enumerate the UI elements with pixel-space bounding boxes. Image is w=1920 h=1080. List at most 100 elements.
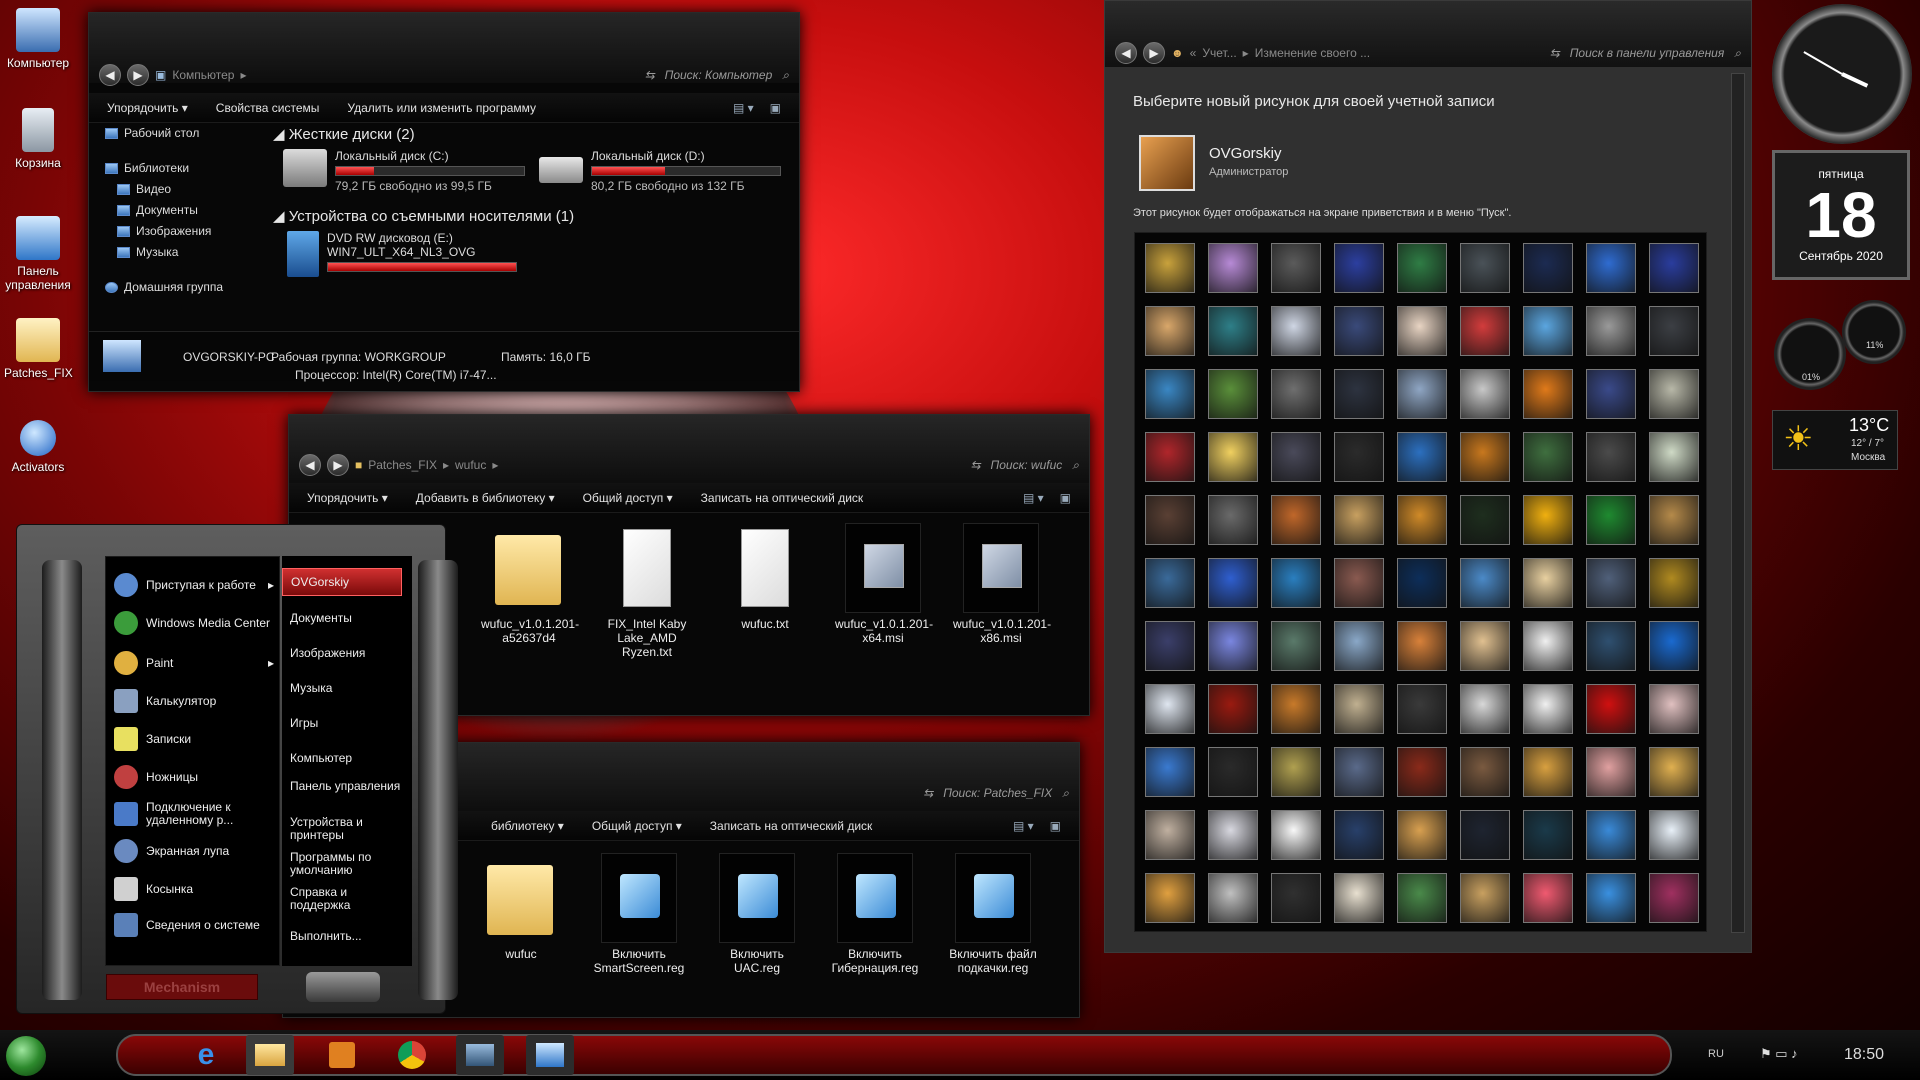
avatar-option[interactable] xyxy=(1271,243,1321,293)
view-icon[interactable]: ▤ ▾ xyxy=(1013,819,1034,833)
taskbar-explorer[interactable] xyxy=(246,1035,294,1075)
view-icon[interactable]: ▤ ▾ xyxy=(1023,491,1044,505)
system-properties-button[interactable]: Свойства системы xyxy=(216,101,320,115)
avatar-option[interactable] xyxy=(1586,243,1636,293)
file-item[interactable]: Включить UAC.reg xyxy=(709,853,805,975)
place-computer[interactable]: Компьютер xyxy=(290,752,406,765)
avatar-option[interactable] xyxy=(1334,432,1384,482)
back-button[interactable]: ◀ xyxy=(1115,42,1137,64)
meter-gadget[interactable]: 01% 11% xyxy=(1772,300,1912,390)
place-games[interactable]: Игры xyxy=(290,717,406,730)
breadcrumb-change[interactable]: Изменение своего ... xyxy=(1255,46,1370,60)
breadcrumb-accounts[interactable]: Учет... xyxy=(1202,46,1236,60)
program-getting-started[interactable]: Приступая к работе ▸ xyxy=(114,573,274,597)
avatar-option[interactable] xyxy=(1586,684,1636,734)
avatar-option[interactable] xyxy=(1397,432,1447,482)
avatar-option[interactable] xyxy=(1271,495,1321,545)
avatar-option[interactable] xyxy=(1145,747,1195,797)
avatar-option[interactable] xyxy=(1523,747,1573,797)
avatar-option[interactable] xyxy=(1586,558,1636,608)
program-solitaire[interactable]: Косынка xyxy=(114,877,274,901)
breadcrumb-wufuc[interactable]: wufuc xyxy=(455,458,486,472)
scrollbar[interactable] xyxy=(1731,73,1745,933)
nav-item-pictures[interactable]: Изображения xyxy=(105,221,255,242)
avatar-option[interactable] xyxy=(1271,684,1321,734)
avatar-option[interactable] xyxy=(1523,684,1573,734)
program-magnifier[interactable]: Экранная лупа xyxy=(114,839,274,863)
avatar-option[interactable] xyxy=(1586,873,1636,923)
refresh-icon[interactable]: ⇆ xyxy=(645,68,655,82)
avatar-option[interactable] xyxy=(1145,369,1195,419)
avatar-option[interactable] xyxy=(1334,873,1384,923)
avatar-option[interactable] xyxy=(1397,684,1447,734)
avatar-option[interactable] xyxy=(1586,747,1636,797)
avatar-option[interactable] xyxy=(1334,684,1384,734)
nav-item-documents[interactable]: Документы xyxy=(105,200,255,221)
nav-item-music[interactable]: Музыка xyxy=(105,242,255,263)
avatar-option[interactable] xyxy=(1334,810,1384,860)
avatar-option[interactable] xyxy=(1460,621,1510,671)
desktop-icon-patches-fix[interactable]: Patches_FIX xyxy=(4,318,73,380)
burn-button[interactable]: Записать на оптический диск xyxy=(701,491,864,505)
nav-item-homegroup[interactable]: Домашняя группа xyxy=(105,277,255,298)
avatar-option[interactable] xyxy=(1523,873,1573,923)
file-item[interactable]: wufuc_v1.0.1.201-a52637d4 xyxy=(481,523,579,645)
refresh-icon[interactable]: ⇆ xyxy=(970,458,980,472)
share-button[interactable]: Общий доступ ▾ xyxy=(583,491,673,505)
calendar-gadget[interactable]: пятница 18 Сентябрь 2020 xyxy=(1772,150,1910,280)
organize-button[interactable]: Упорядочить ▾ xyxy=(307,491,388,505)
place-default-programs[interactable]: Программы по умолчанию xyxy=(290,851,406,877)
add-to-library-button[interactable]: Добавить в библиотеку ▾ xyxy=(416,491,555,505)
file-item[interactable]: Включить SmartScreen.reg xyxy=(591,853,687,975)
avatar-option[interactable] xyxy=(1334,558,1384,608)
add-to-library-button[interactable]: библиотеку ▾ xyxy=(491,819,564,833)
place-devices-printers[interactable]: Устройства и принтеры xyxy=(290,816,406,842)
avatar-option[interactable] xyxy=(1523,810,1573,860)
place-control-panel[interactable]: Панель управления xyxy=(290,780,406,793)
taskbar-image-viewer[interactable] xyxy=(456,1035,504,1075)
place-run[interactable]: Выполнить... xyxy=(290,930,406,943)
avatar-option[interactable] xyxy=(1523,558,1573,608)
avatar-option[interactable] xyxy=(1397,558,1447,608)
avatar-option[interactable] xyxy=(1460,873,1510,923)
avatar-option[interactable] xyxy=(1145,243,1195,293)
avatar-option[interactable] xyxy=(1208,369,1258,419)
place-music[interactable]: Музыка xyxy=(290,682,406,695)
avatar-option[interactable] xyxy=(1460,306,1510,356)
avatar-option[interactable] xyxy=(1271,432,1321,482)
avatar-option[interactable] xyxy=(1334,369,1384,419)
taskbar-control-panel[interactable] xyxy=(526,1035,574,1075)
clock[interactable]: 18:50 xyxy=(1844,1046,1884,1064)
avatar-option[interactable] xyxy=(1460,432,1510,482)
avatar-option[interactable] xyxy=(1208,747,1258,797)
program-system-info[interactable]: Сведения о системе xyxy=(114,913,274,937)
file-item[interactable]: Включить файл подкачки.reg xyxy=(945,853,1041,975)
program-snipping-tool[interactable]: Ножницы xyxy=(114,765,274,789)
back-button[interactable]: ◀ xyxy=(99,64,121,86)
search-box[interactable]: ⇆ Поиск в панели управления ⌕ xyxy=(1550,46,1741,61)
breadcrumb[interactable]: Компьютер xyxy=(172,68,234,82)
avatar-option[interactable] xyxy=(1397,495,1447,545)
avatar-option[interactable] xyxy=(1460,747,1510,797)
avatar-option[interactable] xyxy=(1145,810,1195,860)
avatar-option[interactable] xyxy=(1271,306,1321,356)
nav-item-video[interactable]: Видео xyxy=(105,179,255,200)
program-remote-desktop[interactable]: Подключение к удаленному р... xyxy=(114,801,274,827)
avatar-option[interactable] xyxy=(1271,810,1321,860)
tray-icons[interactable]: ⚑ ▭ ♪ xyxy=(1760,1046,1798,1062)
preview-pane-icon[interactable]: ▣ xyxy=(770,101,781,115)
removable-group-header[interactable]: ◢ Устройства со съемными носителями (1) xyxy=(273,207,574,225)
language-indicator[interactable]: RU xyxy=(1708,1048,1724,1060)
user-name-button[interactable]: OVGorskiy xyxy=(282,568,402,596)
avatar-option[interactable] xyxy=(1523,243,1573,293)
avatar-option[interactable] xyxy=(1586,369,1636,419)
place-documents[interactable]: Документы xyxy=(290,612,406,625)
refresh-icon[interactable]: ⇆ xyxy=(1550,46,1560,60)
taskbar-media-player[interactable] xyxy=(318,1035,366,1075)
avatar-option[interactable] xyxy=(1145,432,1195,482)
program-paint[interactable]: Paint ▸ xyxy=(114,651,274,675)
preview-pane-icon[interactable]: ▣ xyxy=(1050,819,1061,833)
avatar-option[interactable] xyxy=(1208,873,1258,923)
avatar-option[interactable] xyxy=(1460,369,1510,419)
avatar-option[interactable] xyxy=(1397,243,1447,293)
